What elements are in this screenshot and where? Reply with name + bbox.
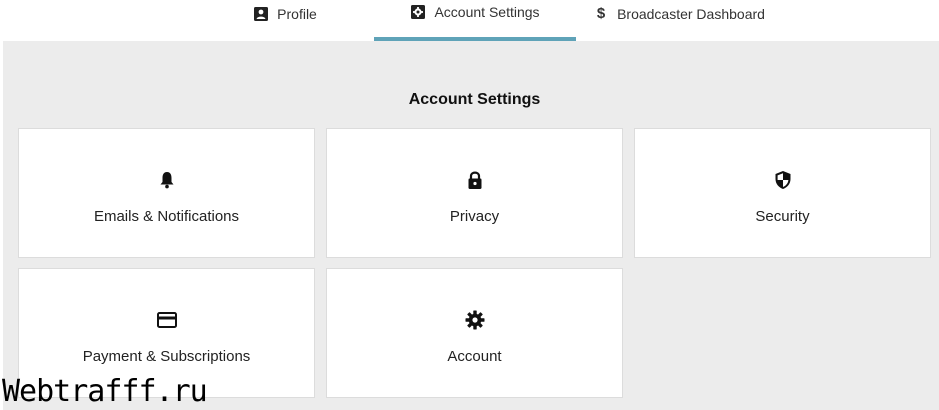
lock-icon <box>327 169 622 191</box>
account-settings-icon <box>410 4 426 20</box>
card-label: Payment & Subscriptions <box>82 348 251 365</box>
card-label: Emails & Notifications <box>93 208 240 225</box>
card-security[interactable]: Security <box>634 128 931 258</box>
tab-label: Broadcaster Dashboard <box>617 5 765 22</box>
watermark: Webtrafff.ru <box>2 374 208 409</box>
dollar-icon: $ <box>596 5 606 22</box>
tab-broadcaster-dashboard[interactable]: $ Broadcaster Dashboard <box>576 0 782 41</box>
card-label: Privacy <box>449 208 500 225</box>
tab-label: Profile <box>277 5 317 22</box>
tab-profile[interactable]: Profile <box>196 0 374 41</box>
gear-icon <box>327 309 622 331</box>
card-account[interactable]: Account <box>326 268 623 398</box>
bell-icon <box>19 169 314 191</box>
card-label: Account <box>447 348 502 365</box>
credit-card-icon <box>19 309 314 331</box>
shield-icon <box>635 169 930 191</box>
card-label: Security <box>755 208 810 225</box>
card-privacy[interactable]: Privacy <box>326 128 623 258</box>
page-title: Account Settings <box>408 91 541 108</box>
card-emails-notifications[interactable]: Emails & Notifications <box>18 128 315 258</box>
profile-icon <box>253 6 269 22</box>
account-settings-panel: Account Settings Emails & Notifications … <box>3 41 939 410</box>
top-tab-bar: Profile Account Settings $ Broadcaster D… <box>0 0 939 41</box>
tab-account-settings[interactable]: Account Settings <box>374 0 576 41</box>
tab-label: Account Settings <box>434 3 540 20</box>
